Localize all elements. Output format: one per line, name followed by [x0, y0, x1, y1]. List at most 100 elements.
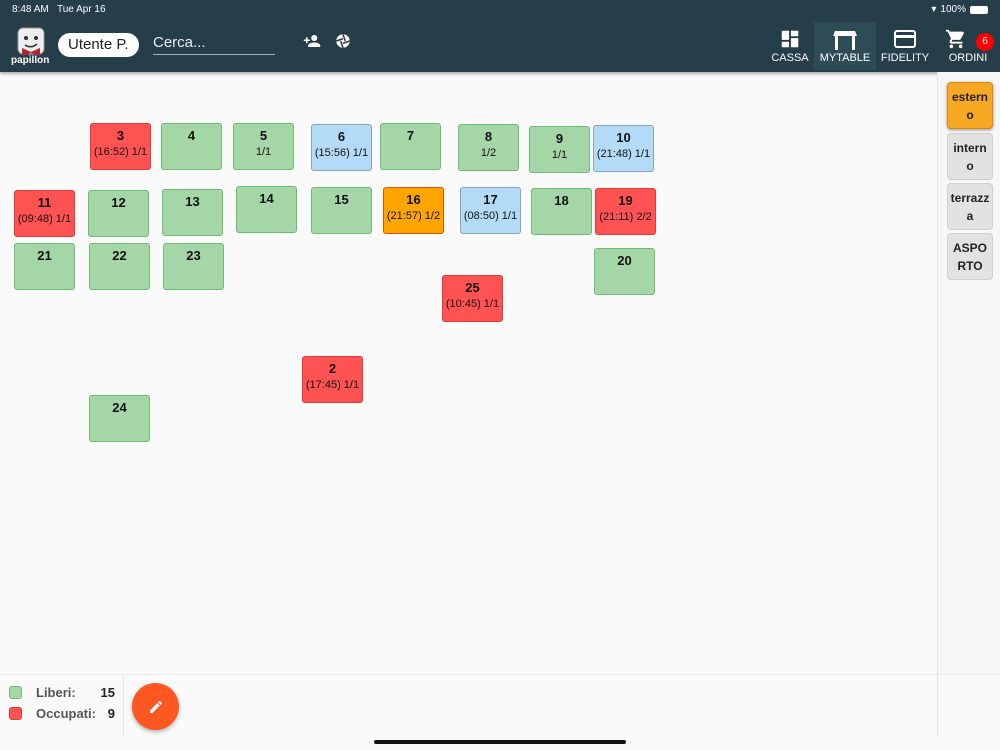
- nav-label: CASSA: [771, 52, 809, 64]
- table-number: 19: [618, 193, 633, 208]
- orders-badge: 6: [976, 33, 994, 51]
- table-info: 1/1: [255, 146, 272, 158]
- battery-percent: 100%: [940, 4, 966, 15]
- busy-swatch: [9, 707, 22, 720]
- table-info: (16:52) 1/1: [93, 146, 148, 158]
- table-info: (09:48) 1/1: [17, 213, 72, 225]
- table-19[interactable]: 19 (21:11) 2/2: [595, 188, 656, 235]
- footer-right-panel: [937, 675, 1000, 737]
- room-asporto[interactable]: ASPORTO: [947, 233, 993, 280]
- room-terrazza[interactable]: terrazza: [947, 183, 993, 230]
- table-number: 9: [555, 131, 564, 146]
- nav-mytable[interactable]: MYTABLE: [814, 22, 876, 70]
- table-18[interactable]: 18: [531, 188, 592, 235]
- table-number: 17: [483, 192, 498, 207]
- wifi-icon: ▾: [931, 4, 937, 15]
- table-8[interactable]: 8 1/2: [458, 124, 519, 171]
- table-number: 21: [37, 248, 52, 263]
- table-number: 20: [617, 253, 632, 268]
- table-number: 13: [185, 194, 200, 209]
- table-number: 6: [337, 129, 346, 144]
- table-20[interactable]: 20: [594, 248, 655, 295]
- table-6[interactable]: 6 (15:56) 1/1: [311, 124, 372, 171]
- table-15[interactable]: 15: [311, 187, 372, 234]
- legend: Liberi: 15 Occupati: 9: [0, 675, 124, 737]
- table-info: (15:56) 1/1: [314, 147, 369, 159]
- table-icon: [833, 31, 857, 50]
- table-number: 25: [465, 280, 480, 295]
- table-number: 2: [328, 361, 337, 376]
- table-13[interactable]: 13: [162, 189, 223, 236]
- top-bar: 8:48 AM Tue Apr 16 ▾ 100% papillon Utent…: [0, 0, 1000, 72]
- table-number: 16: [406, 192, 421, 207]
- table-number: 11: [37, 195, 52, 210]
- status-time: 8:48 AM: [12, 4, 49, 15]
- table-17[interactable]: 17 (08:50) 1/1: [460, 187, 521, 234]
- table-number: 5: [259, 128, 268, 143]
- free-label: Liberi:: [36, 685, 76, 700]
- busy-count: 9: [107, 706, 115, 721]
- logo-text: papillon: [11, 55, 50, 66]
- table-number: 12: [111, 195, 126, 210]
- table-info: (10:45) 1/1: [445, 298, 500, 310]
- table-number: 18: [554, 193, 569, 208]
- search-input[interactable]: [153, 30, 275, 55]
- table-number: 8: [484, 129, 493, 144]
- pencil-icon: [149, 700, 162, 713]
- status-date: Tue Apr 16: [57, 4, 106, 15]
- status-indicators: ▾ 100%: [931, 4, 988, 15]
- room-esterno[interactable]: esterno: [947, 82, 993, 129]
- table-info: (21:48) 1/1: [596, 148, 651, 160]
- table-23[interactable]: 23: [163, 243, 224, 290]
- nav-cassa[interactable]: CASSA: [768, 22, 812, 70]
- cart-icon: [945, 29, 965, 49]
- table-21[interactable]: 21: [14, 243, 75, 290]
- user-chip[interactable]: Utente P.: [58, 33, 139, 57]
- room-interno[interactable]: interno: [947, 133, 993, 180]
- table-info: (21:11) 2/2: [599, 211, 652, 223]
- room-sidebar: esterno interno terrazza ASPORTO: [937, 72, 1000, 676]
- table-11[interactable]: 11 (09:48) 1/1: [14, 190, 75, 237]
- table-10[interactable]: 10 (21:48) 1/1: [593, 125, 654, 172]
- nav-ordini[interactable]: ORDINI 6: [938, 22, 998, 70]
- battery-icon: [970, 5, 988, 14]
- home-indicator[interactable]: [374, 740, 626, 744]
- table-12[interactable]: 12: [88, 190, 149, 237]
- aperture-icon[interactable]: [333, 32, 353, 52]
- table-5[interactable]: 5 1/1: [233, 123, 294, 170]
- busy-label: Occupati:: [36, 706, 96, 721]
- table-25[interactable]: 25 (10:45) 1/1: [442, 275, 503, 322]
- table-24[interactable]: 24: [89, 395, 150, 442]
- table-info: 1/2: [480, 147, 497, 159]
- table-4[interactable]: 4: [161, 123, 222, 170]
- add-user-icon[interactable]: [302, 32, 322, 52]
- free-swatch: [9, 686, 22, 699]
- table-number: 23: [186, 248, 201, 263]
- table-number: 3: [116, 128, 125, 143]
- table-16[interactable]: 16 (21:57) 1/2: [383, 187, 444, 234]
- table-2[interactable]: 2 (17:45) 1/1: [302, 356, 363, 403]
- table-number: 24: [112, 400, 127, 415]
- free-count: 15: [100, 685, 115, 700]
- nav-label: ORDINI: [948, 52, 988, 64]
- table-number: 4: [187, 128, 196, 143]
- table-3[interactable]: 3 (16:52) 1/1: [90, 123, 151, 170]
- table-22[interactable]: 22: [89, 243, 150, 290]
- footer: Liberi: 15 Occupati: 9: [0, 674, 1000, 737]
- table-number: 22: [112, 248, 127, 263]
- table-info: 1/1: [551, 149, 568, 161]
- table-info: (08:50) 1/1: [463, 210, 518, 222]
- table-number: 7: [406, 128, 415, 143]
- nav-label: MYTABLE: [819, 52, 871, 64]
- dashboard-icon: [781, 30, 799, 48]
- table-14[interactable]: 14: [236, 186, 297, 233]
- table-number: 10: [616, 130, 631, 145]
- nav-label: FIDELITY: [880, 52, 930, 64]
- table-number: 15: [334, 192, 349, 207]
- table-info: (21:57) 1/2: [386, 210, 441, 222]
- card-icon: [894, 30, 916, 48]
- edit-button[interactable]: [132, 683, 179, 730]
- nav-fidelity[interactable]: FIDELITY: [880, 22, 930, 70]
- table-9[interactable]: 9 1/1: [529, 126, 590, 173]
- table-7[interactable]: 7: [380, 123, 441, 170]
